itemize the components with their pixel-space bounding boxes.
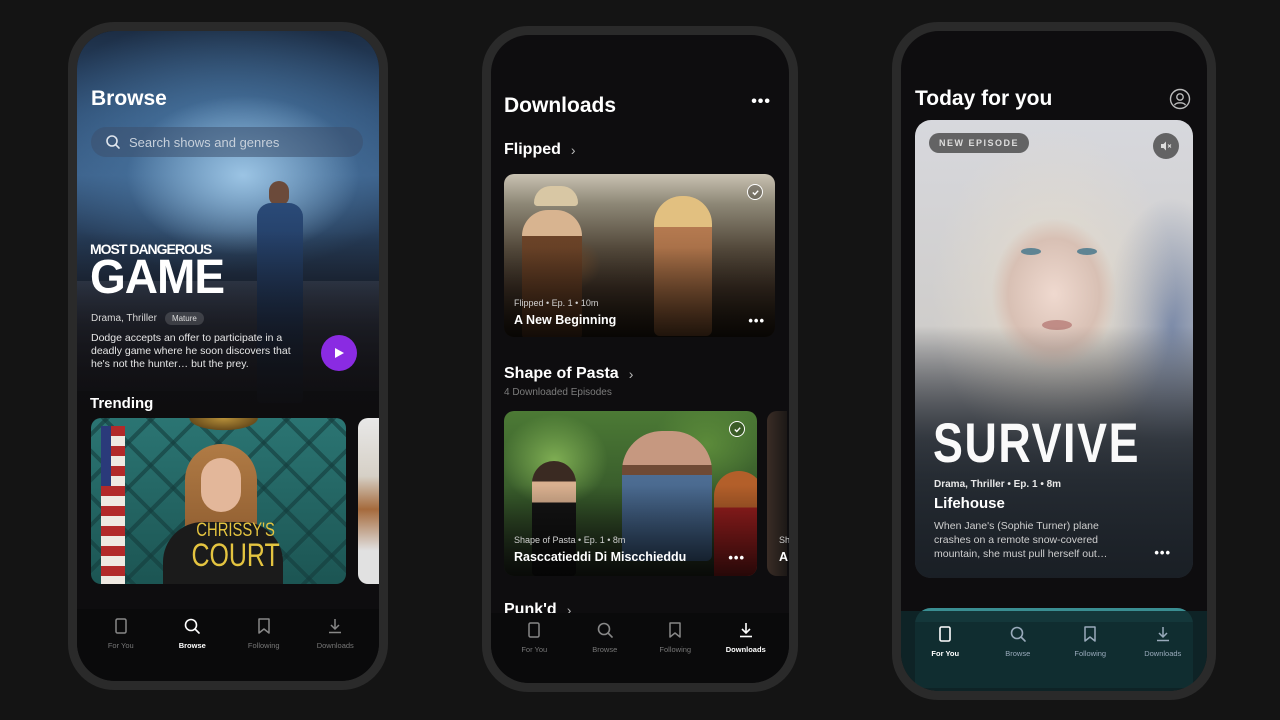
episode-name: A New Beginning bbox=[514, 313, 617, 327]
bookmark-icon bbox=[1084, 626, 1096, 642]
trending-card[interactable]: CHRISSY'S COURT bbox=[91, 418, 346, 584]
for-you-icon bbox=[528, 622, 540, 638]
tab-label: Browse bbox=[592, 645, 618, 654]
bottom-tab-bar: For You Browse Following Downloads bbox=[491, 613, 789, 683]
tab-label: Downloads bbox=[316, 641, 354, 650]
tab-browse[interactable]: Browse bbox=[986, 625, 1050, 691]
page-title: Browse bbox=[91, 87, 167, 110]
tab-downloads[interactable]: Downloads bbox=[303, 617, 367, 681]
group-subtitle: 4 Downloaded Episodes bbox=[504, 387, 612, 398]
episode-more-button[interactable]: ••• bbox=[748, 313, 765, 328]
play-icon bbox=[335, 348, 344, 358]
tab-label: For You bbox=[521, 645, 548, 654]
feature-description: When Jane's (Sophie Turner) plane crashe… bbox=[934, 520, 1108, 560]
feature-more-button[interactable]: ••• bbox=[1154, 545, 1171, 560]
tab-label: Following bbox=[659, 645, 692, 654]
hero-logo-line2: GAME bbox=[90, 248, 225, 303]
episode-card[interactable]: Shape of Pasta • Ep. 1 • 8m Rasccatieddi… bbox=[504, 411, 757, 576]
tab-following[interactable]: Following bbox=[643, 621, 707, 683]
speaker-muted-icon bbox=[1161, 141, 1172, 151]
chevron-right-icon: › bbox=[570, 142, 576, 158]
phone-browse: Browse MOST DANGEROUS GAME Drama, Thrill… bbox=[68, 22, 388, 690]
tab-label: For You bbox=[931, 649, 960, 658]
episode-meta: Shape of Pasta • Ep. 1 • 8m bbox=[514, 535, 626, 545]
feature-image bbox=[1019, 248, 1099, 258]
chevron-right-icon: › bbox=[628, 366, 634, 382]
episode-card[interactable]: Flipped • Ep. 1 • 10m A New Beginning ••… bbox=[504, 174, 775, 337]
feature-show-logo: SURVIVE bbox=[933, 411, 1141, 474]
feature-meta: Drama, Thriller • Ep. 1 • 8m bbox=[934, 479, 1062, 490]
search-icon bbox=[184, 618, 201, 634]
tab-label: For You bbox=[107, 641, 134, 650]
download-icon bbox=[1156, 627, 1169, 642]
search-icon bbox=[597, 622, 613, 638]
group-title-text: Flipped bbox=[504, 141, 561, 158]
episode-more-button[interactable]: ••• bbox=[728, 550, 745, 565]
search-icon bbox=[1010, 626, 1026, 642]
for-you-icon bbox=[115, 618, 127, 634]
hero-description: Dodge accepts an offer to participate in… bbox=[91, 332, 291, 370]
tab-following[interactable]: Following bbox=[232, 617, 296, 681]
episode-name: Rasccatieddi Di Miscchieddu bbox=[514, 550, 687, 564]
bookmark-icon bbox=[258, 618, 270, 634]
trending-logo-line2: COURT bbox=[191, 537, 280, 574]
search-input[interactable] bbox=[129, 134, 329, 150]
tab-downloads[interactable]: Downloads bbox=[714, 621, 778, 683]
for-you-icon bbox=[939, 626, 952, 642]
phone-downloads: Downloads ••• Flipped › Flipped • Ep. 1 … bbox=[482, 26, 798, 692]
trending-title: Trending bbox=[90, 395, 154, 412]
tab-for-you[interactable]: For You bbox=[89, 617, 153, 681]
profile-icon[interactable] bbox=[1169, 88, 1191, 110]
download-icon bbox=[329, 619, 342, 634]
tab-for-you[interactable]: For You bbox=[913, 625, 977, 691]
play-button[interactable] bbox=[321, 335, 357, 371]
hero-meta: Drama, Thriller Mature bbox=[91, 312, 204, 325]
episode-meta: Sh bbox=[779, 535, 789, 545]
search-bar[interactable] bbox=[91, 127, 363, 157]
bookmark-icon bbox=[669, 622, 681, 638]
more-options-button[interactable]: ••• bbox=[751, 93, 771, 111]
flag-image bbox=[101, 426, 125, 584]
tab-label: Downloads bbox=[725, 645, 766, 654]
episode-image bbox=[534, 186, 578, 206]
tab-browse[interactable]: Browse bbox=[160, 617, 224, 681]
episode-name: A bbox=[779, 550, 789, 564]
tab-for-you[interactable]: For You bbox=[502, 621, 566, 683]
tab-label: Following bbox=[247, 641, 280, 650]
phone-today: Today for you NEW EPISODE SURVIVE Drama,… bbox=[892, 22, 1216, 700]
group-title-shape-of-pasta[interactable]: Shape of Pasta › bbox=[504, 365, 633, 383]
trending-card[interactable] bbox=[358, 418, 379, 584]
hero-genres: Drama, Thriller bbox=[91, 313, 157, 324]
group-title-flipped[interactable]: Flipped › bbox=[504, 141, 576, 159]
tab-label: Downloads bbox=[1144, 649, 1182, 658]
hero-show-logo[interactable]: MOST DANGEROUS GAME bbox=[90, 242, 225, 303]
tab-label: Following bbox=[1074, 649, 1107, 658]
page-title: Today for you bbox=[915, 87, 1053, 110]
group-title-text: Shape of Pasta bbox=[504, 365, 619, 382]
download-icon bbox=[739, 623, 752, 638]
trending-show-logo: CHRISSY'S COURT bbox=[179, 521, 292, 574]
browse-screen: Browse MOST DANGEROUS GAME Drama, Thrill… bbox=[77, 31, 379, 681]
rating-badge: Mature bbox=[164, 312, 204, 325]
mute-button[interactable] bbox=[1153, 133, 1179, 159]
feature-episode-name: Lifehouse bbox=[934, 495, 1005, 512]
tab-downloads[interactable]: Downloads bbox=[1131, 625, 1195, 691]
new-episode-badge: NEW EPISODE bbox=[929, 133, 1030, 153]
tab-label: Browse bbox=[178, 641, 206, 650]
featured-episode-card[interactable]: NEW EPISODE SURVIVE Drama, Thriller • Ep… bbox=[915, 120, 1193, 578]
tab-following[interactable]: Following bbox=[1058, 625, 1122, 691]
today-screen: Today for you NEW EPISODE SURVIVE Drama,… bbox=[901, 31, 1207, 691]
tab-browse[interactable]: Browse bbox=[573, 621, 637, 683]
bottom-tab-bar: For You Browse Following Downloads bbox=[901, 611, 1207, 691]
downloaded-check-icon bbox=[747, 184, 763, 200]
bottom-tab-bar: For You Browse Following Downloads bbox=[77, 609, 379, 681]
page-title: Downloads bbox=[504, 94, 617, 117]
downloaded-check-icon bbox=[729, 421, 745, 437]
search-icon bbox=[106, 135, 120, 149]
downloads-screen: Downloads ••• Flipped › Flipped • Ep. 1 … bbox=[491, 35, 789, 683]
episode-meta: Flipped • Ep. 1 • 10m bbox=[514, 298, 599, 308]
tab-label: Browse bbox=[1005, 649, 1031, 658]
